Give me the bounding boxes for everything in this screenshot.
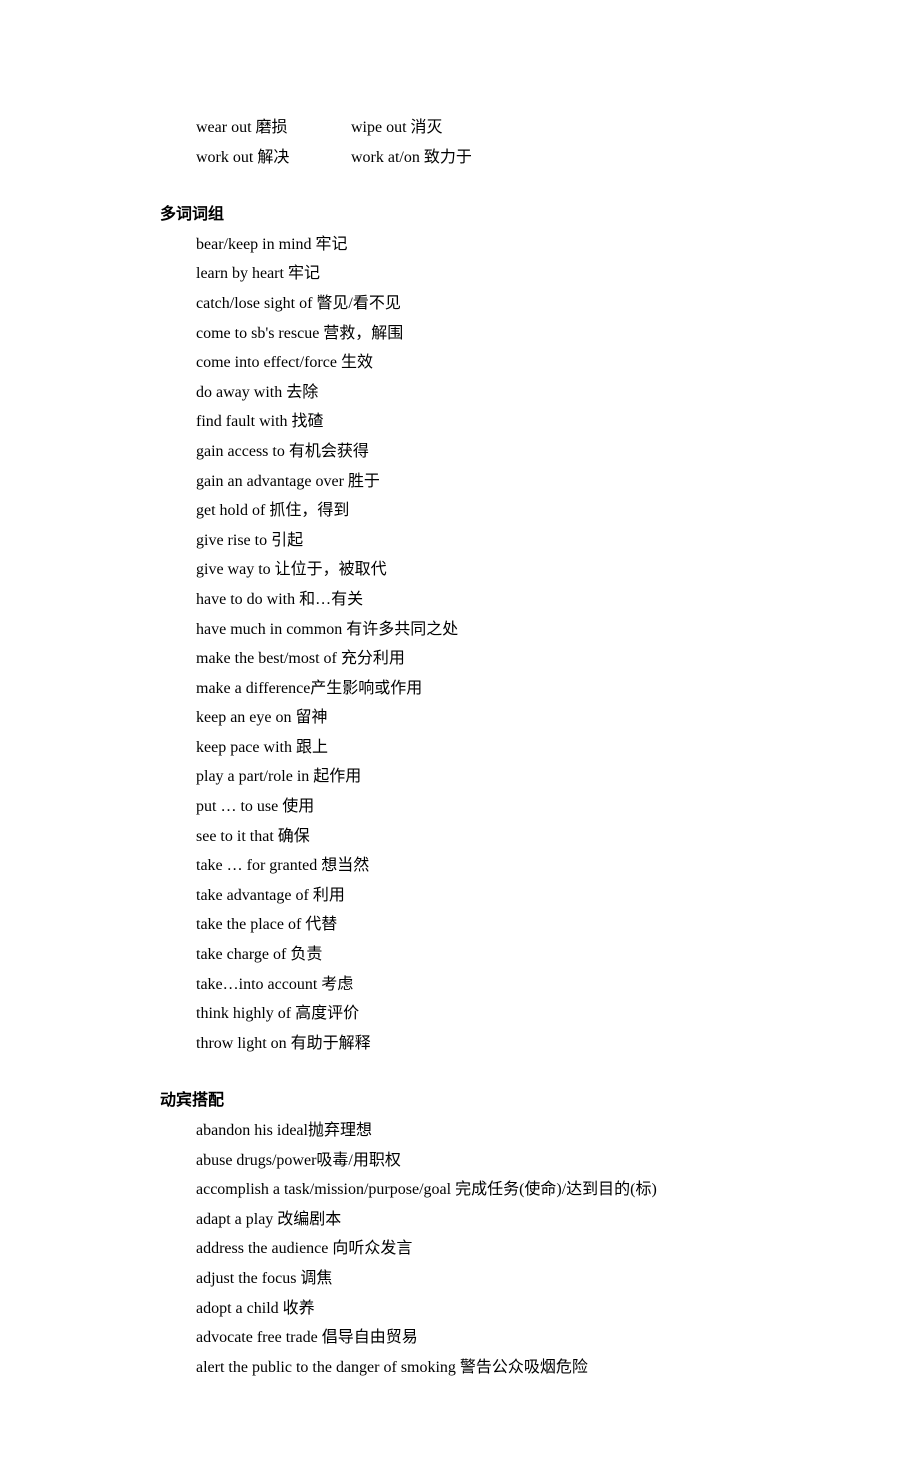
vocab-entry: throw light on 有助于解释 xyxy=(160,1031,820,1057)
vocab-entry: adjust the focus 调焦 xyxy=(160,1266,820,1292)
vocab-entry: come to sb's rescue 营救，解围 xyxy=(160,321,820,347)
vocab-entry: do away with 去除 xyxy=(160,380,820,406)
vocab-entry: give way to 让位于，被取代 xyxy=(160,557,820,583)
vocab-entry: put … to use 使用 xyxy=(160,794,820,820)
vocab-entry: find fault with 找碴 xyxy=(160,409,820,435)
vocab-entry: keep an eye on 留神 xyxy=(160,705,820,731)
vocab-entry: gain an advantage over 胜于 xyxy=(160,469,820,495)
top-section: wear out 磨损 wipe out 消灭 work out 解决 work… xyxy=(160,115,820,170)
document-content: wear out 磨损 wipe out 消灭 work out 解决 work… xyxy=(0,115,920,1380)
vocab-entry: give rise to 引起 xyxy=(160,528,820,554)
vocab-entry: see to it that 确保 xyxy=(160,824,820,850)
vocab-entry: play a part/role in 起作用 xyxy=(160,764,820,790)
top-entry: wipe out 消灭 xyxy=(351,115,820,141)
vocab-entry: catch/lose sight of 瞥见/看不见 xyxy=(160,291,820,317)
top-entry: work at/on 致力于 xyxy=(351,145,820,171)
vocab-entry: take advantage of 利用 xyxy=(160,883,820,909)
vocab-entry: think highly of 高度评价 xyxy=(160,1001,820,1027)
vocab-entry: keep pace with 跟上 xyxy=(160,735,820,761)
vocab-entry: learn by heart 牢记 xyxy=(160,261,820,287)
vocab-entry: address the audience 向听众发言 xyxy=(160,1236,820,1262)
vocab-entry: make the best/most of 充分利用 xyxy=(160,646,820,672)
vocab-entry: advocate free trade 倡导自由贸易 xyxy=(160,1325,820,1351)
vocab-entry: make a difference产生影响或作用 xyxy=(160,676,820,702)
vocab-entry: take…into account 考虑 xyxy=(160,972,820,998)
vocab-entry: gain access to 有机会获得 xyxy=(160,439,820,465)
section-header: 动宾搭配 xyxy=(160,1088,820,1114)
vocab-entry: take … for granted 想当然 xyxy=(160,853,820,879)
vocab-entry: have much in common 有许多共同之处 xyxy=(160,617,820,643)
top-entry: work out 解决 xyxy=(196,145,351,171)
vocab-entry: abandon his ideal抛弃理想 xyxy=(160,1118,820,1144)
vocab-entry: accomplish a task/mission/purpose/goal 完… xyxy=(160,1177,820,1203)
top-row: wear out 磨损 wipe out 消灭 xyxy=(160,115,820,141)
top-entry: wear out 磨损 xyxy=(196,115,351,141)
section-entries: bear/keep in mind 牢记 learn by heart 牢记 c… xyxy=(160,232,820,1057)
vocab-entry: take charge of 负责 xyxy=(160,942,820,968)
top-row: work out 解决 work at/on 致力于 xyxy=(160,145,820,171)
vocab-entry: adopt a child 收养 xyxy=(160,1296,820,1322)
vocab-entry: get hold of 抓住，得到 xyxy=(160,498,820,524)
vocab-entry: bear/keep in mind 牢记 xyxy=(160,232,820,258)
section-header: 多词词组 xyxy=(160,202,820,228)
vocab-entry: come into effect/force 生效 xyxy=(160,350,820,376)
vocab-entry: have to do with 和…有关 xyxy=(160,587,820,613)
vocab-entry: take the place of 代替 xyxy=(160,912,820,938)
vocab-entry: alert the public to the danger of smokin… xyxy=(160,1355,820,1381)
vocab-entry: abuse drugs/power吸毒/用职权 xyxy=(160,1148,820,1174)
section-entries: abandon his ideal抛弃理想 abuse drugs/power吸… xyxy=(160,1118,820,1380)
vocab-entry: adapt a play 改编剧本 xyxy=(160,1207,820,1233)
